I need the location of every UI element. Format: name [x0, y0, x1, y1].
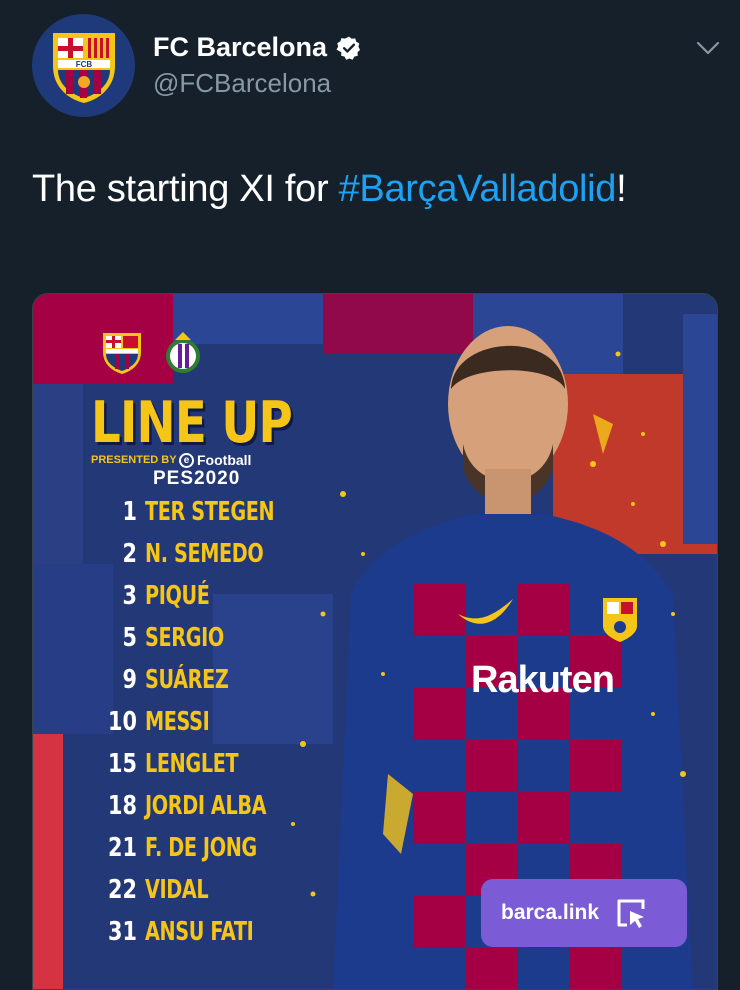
player-name: ANSU FATI [145, 917, 254, 947]
barca-link-label: barca.link [501, 901, 600, 924]
player-number: 15 [108, 749, 137, 779]
player-name: F. DE JONG [145, 833, 257, 863]
player-number: 2 [122, 539, 137, 569]
shirt-sponsor-logo: Rakuten [471, 659, 615, 701]
player-name: N. SEMEDO [145, 539, 264, 569]
tweet-text: The starting XI for #BarçaValladolid! [32, 168, 627, 211]
avatar[interactable]: FCB [32, 14, 135, 117]
fc-barcelona-crest-icon [103, 333, 141, 374]
player-number: 3 [122, 581, 137, 611]
lineup-player-row: 9 SUÁREZ [33, 659, 258, 701]
pes-logo: PES2020 [153, 468, 241, 489]
tweet-text-prefix: The starting XI for [32, 168, 339, 210]
player-number: 21 [108, 833, 137, 863]
display-name[interactable]: FC Barcelona [153, 32, 327, 63]
player-name: MESSI [145, 707, 210, 737]
efootball-logo: e Football [179, 452, 251, 468]
presented-by-label: PRESENTED BY [91, 454, 177, 466]
player-number: 31 [108, 917, 137, 947]
player-number: 5 [122, 623, 137, 653]
player-name: VIDAL [145, 875, 209, 905]
account-handle[interactable]: @FCBarcelona [153, 68, 331, 99]
player-name: LENGLET [145, 749, 239, 779]
player-number: 18 [108, 791, 137, 821]
player-number: 10 [108, 707, 137, 737]
lineup-player-row: 31 ANSU FATI [33, 911, 292, 953]
player-name: SUÁREZ [145, 665, 229, 695]
lineup-player-row: 5 SERGIO [33, 617, 252, 659]
efootball-e-icon: e [179, 452, 194, 468]
player-number: 9 [122, 665, 137, 695]
lineup-player-row: 22 VIDAL [33, 869, 231, 911]
lineup-player-row: 10 MESSI [33, 701, 232, 743]
player-name: SERGIO [145, 623, 224, 653]
player-name: TER STEGEN [145, 497, 275, 527]
lineup-player-row: 3 PIQUÉ [33, 575, 232, 617]
lineup-player-row: 21 F. DE JONG [33, 827, 296, 869]
lineup-player-row: 1 TER STEGEN [33, 491, 320, 533]
avatar-crest-text: FCB [75, 60, 92, 69]
verified-badge-icon [336, 36, 361, 60]
lineup-player-row: 2 N. SEMEDO [33, 533, 305, 575]
sponsor-name: Football [197, 452, 252, 468]
lineup-title: LINE UP [91, 390, 293, 456]
player-name: PIQUÉ [145, 581, 210, 611]
lineup-player-row: 15 LENGLET [33, 743, 271, 785]
player-name: JORDI ALBA [145, 791, 267, 821]
real-valladolid-crest-icon [166, 332, 200, 373]
hashtag-link[interactable]: #BarçaValladolid [339, 168, 617, 210]
player-number: 22 [108, 875, 137, 905]
tweet-text-suffix: ! [616, 168, 627, 210]
tweet-media-image[interactable]: LINE UP PRESENTED BY e Football PES2020 … [32, 293, 718, 990]
shirt-sponsor-text: Rakuten [471, 659, 614, 701]
lineup-player-row: 18 JORDI ALBA [33, 785, 309, 827]
media-crests [99, 330, 203, 376]
player-number: 1 [122, 497, 137, 527]
account-name-row[interactable]: FC Barcelona [153, 32, 362, 63]
barca-link-button[interactable]: barca.link [481, 879, 687, 947]
external-link-cursor-icon [617, 899, 645, 928]
chevron-down-icon[interactable] [694, 36, 722, 60]
fc-barcelona-crest-icon: FCB [52, 32, 115, 103]
